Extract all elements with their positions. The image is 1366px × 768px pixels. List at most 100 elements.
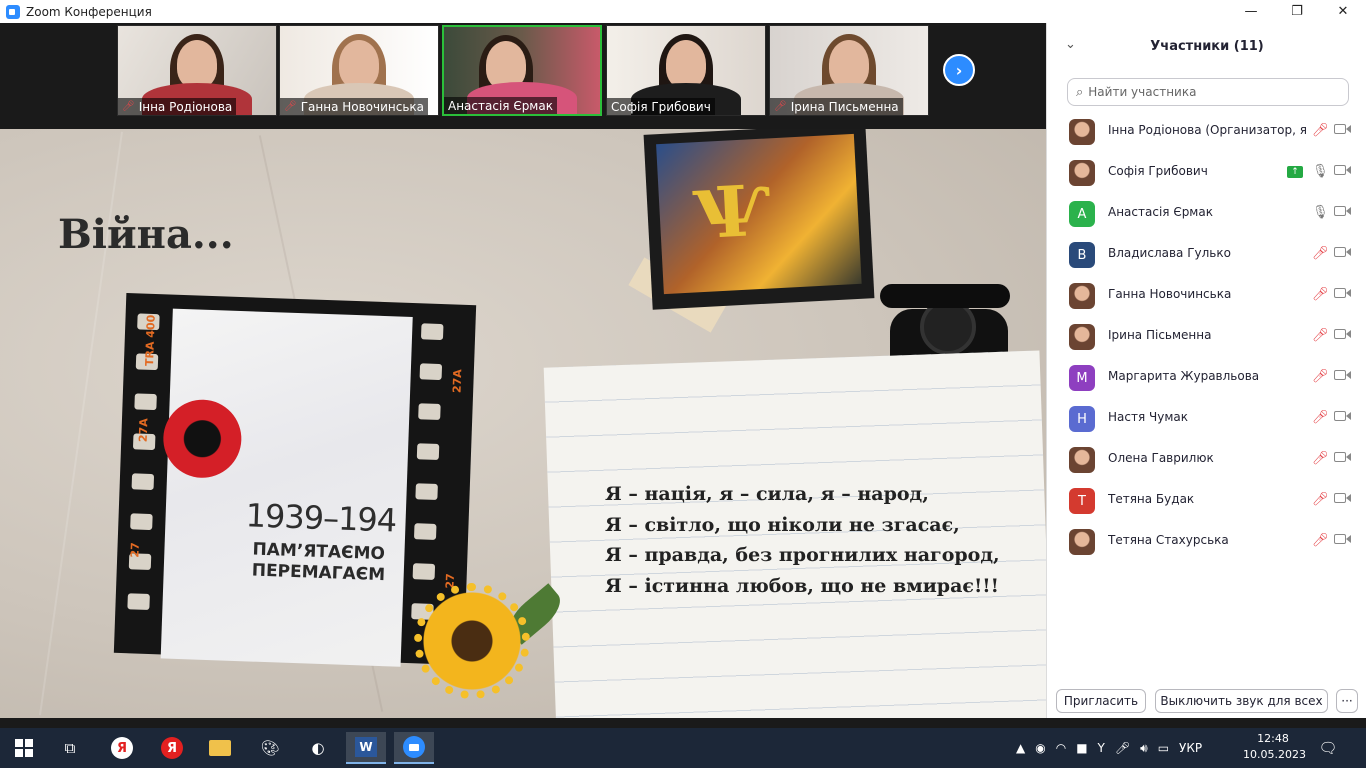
thumbnail-name-bar: 🎤︎ Ганна Новочинська (280, 98, 429, 115)
mic-muted-icon[interactable]: 🎤︎ (1312, 328, 1329, 343)
participant-row[interactable]: Ірина Пісьменна 🎤︎ (1047, 316, 1366, 357)
mic-muted-icon[interactable]: 🎤︎ (1312, 287, 1329, 302)
zoom-app[interactable] (394, 732, 434, 764)
film-hole (416, 443, 440, 461)
paint-app[interactable]: 🎨︎ (250, 732, 290, 764)
participant-row[interactable]: Ганна Новочинська 🎤︎ (1047, 275, 1366, 316)
video-off-icon[interactable] (1334, 532, 1352, 546)
participant-row[interactable]: А Анастасія Єрмак 🎙︎ (1047, 193, 1366, 234)
viber-icon[interactable]: ◉ (1035, 741, 1045, 755)
thumbnail-name: Ірина Письменна (790, 99, 899, 114)
yandex-tray-icon[interactable]: Y (1098, 741, 1105, 755)
participant-row[interactable]: Софія Грибович ↑ 🎙︎ (1047, 152, 1366, 193)
video-off-icon[interactable] (1334, 368, 1352, 382)
zoom-app-icon (6, 4, 20, 19)
poem-line: Я – нація, я – сила, я – народ, (605, 483, 929, 505)
video-off-icon[interactable] (1334, 204, 1352, 218)
microphone-icon[interactable]: 🎙︎ (1312, 164, 1329, 179)
sunflower-image (414, 583, 530, 699)
film-hole (420, 323, 444, 341)
participants-panel: ⌄ Участники (11) ⌕ Інна Родіонова (Орган… (1046, 23, 1366, 718)
thumbnail-name-bar: 🎤︎ Ірина Письменна (770, 98, 903, 115)
microphone-icon[interactable]: 🎤︎ (1115, 741, 1130, 755)
thumbnail-name-bar: 🎤︎ Інна Родіонова (118, 98, 237, 115)
word-app[interactable]: W (346, 732, 386, 764)
mic-muted-icon: 🎤︎ (774, 101, 787, 112)
avatar: В (1069, 242, 1095, 268)
minimize-icon: — (1244, 4, 1258, 19)
volume-icon[interactable]: 🔊︎ (1140, 741, 1148, 756)
task-view-button[interactable]: ⧉ (50, 732, 90, 764)
thumbnail-name: Софія Грибович (611, 99, 711, 114)
avatar: А (1069, 201, 1095, 227)
participant-row[interactable]: Інна Родіонова (Организатор, я) 🎤︎ (1047, 111, 1366, 152)
participant-search[interactable]: ⌕ (1067, 78, 1349, 106)
mic-muted-icon[interactable]: 🎤︎ (1312, 123, 1329, 138)
participant-row[interactable]: М Маргарита Журавльова 🎤︎ (1047, 357, 1366, 398)
video-off-icon[interactable] (1334, 409, 1352, 423)
video-thumbnail[interactable]: 🎤︎ Інна Родіонова (117, 25, 277, 116)
file-explorer-app[interactable] (200, 732, 240, 764)
participant-row[interactable]: Олена Гаврилюк 🎤︎ (1047, 439, 1366, 480)
participant-face (177, 40, 217, 88)
video-thumbnail-active-speaker[interactable]: Анастасія Єрмак (442, 25, 602, 116)
panel-footer: Пригласить Выключить звук для всех ··· (1047, 689, 1366, 715)
video-thumbnail[interactable]: 🎤︎ Ірина Письменна (769, 25, 929, 116)
more-options-button[interactable]: ··· (1336, 689, 1358, 713)
video-off-icon[interactable] (1334, 286, 1352, 300)
film-label: TRA 400 (142, 314, 158, 367)
video-off-icon[interactable] (1334, 491, 1352, 505)
close-button[interactable]: ✕ (1320, 0, 1366, 23)
zoom-tray-icon[interactable]: ■ (1076, 741, 1087, 755)
notifications-button[interactable]: 🗨︎ (1308, 732, 1348, 764)
video-area: 🎤︎ Інна Родіонова 🎤︎ Ганна Новочинська А… (0, 23, 1046, 718)
avatar (1069, 324, 1095, 350)
mic-muted-icon[interactable]: 🎤︎ (1312, 492, 1329, 507)
paint3d-app[interactable]: ◐ (298, 732, 338, 764)
minimize-button[interactable]: — (1228, 0, 1274, 23)
mic-muted-icon[interactable]: 🎤︎ (1312, 410, 1329, 425)
video-thumbnail[interactable]: 🎤︎ Ганна Новочинська (279, 25, 439, 116)
tray-app-icon[interactable]: ▲ (1016, 741, 1025, 755)
microphone-icon[interactable]: 🎙︎ (1312, 205, 1329, 220)
mic-muted-icon[interactable]: 🎤︎ (1312, 451, 1329, 466)
video-thumbnail[interactable]: Софія Грибович (606, 25, 766, 116)
yandex-browser-icon: Я (111, 737, 133, 759)
yandex-app[interactable]: Я (102, 732, 142, 764)
video-off-icon[interactable] (1334, 245, 1352, 259)
mic-muted-icon[interactable]: 🎤︎ (1312, 246, 1329, 261)
film-hole (134, 393, 157, 411)
next-page-button[interactable]: › (943, 54, 975, 86)
mute-all-button[interactable]: Выключить звук для всех (1155, 689, 1328, 713)
search-input[interactable] (1088, 85, 1329, 99)
clock[interactable]: 12:48 10.05.2023 (1243, 731, 1306, 763)
chevron-down-icon[interactable]: ⌄ (1065, 37, 1076, 52)
video-off-icon[interactable] (1334, 163, 1352, 177)
maximize-button[interactable]: ❐ (1274, 0, 1320, 23)
clock-time: 12:48 (1257, 732, 1289, 745)
mic-muted-icon[interactable]: 🎤︎ (1312, 369, 1329, 384)
invite-button[interactable]: Пригласить (1056, 689, 1146, 713)
screen-share-icon: ↑ (1287, 166, 1303, 178)
participant-name: Ганна Новочинська (1108, 287, 1232, 301)
video-off-icon[interactable] (1334, 450, 1352, 464)
participant-row[interactable]: Н Настя Чумак 🎤︎ (1047, 398, 1366, 439)
thumbnail-name: Анастасія Єрмак (448, 98, 553, 113)
avatar (1069, 283, 1095, 309)
participant-row[interactable]: Тетяна Стахурська 🎤︎ (1047, 521, 1366, 562)
video-off-icon[interactable] (1334, 327, 1352, 341)
system-tray: ▲ ◉ ◠ ■ Y 🎤︎ 🔊︎ ▭ УКР (1016, 728, 1202, 768)
participant-name: Олена Гаврилюк (1108, 451, 1214, 465)
start-button[interactable] (4, 732, 44, 764)
mic-muted-icon[interactable]: 🎤︎ (1312, 533, 1329, 548)
language-indicator[interactable]: УКР (1179, 741, 1202, 755)
wifi-icon[interactable]: ◠ (1056, 741, 1066, 755)
participant-face (339, 40, 379, 88)
notification-icon: 🗨︎ (1318, 739, 1338, 757)
yandex-app[interactable]: Я (152, 732, 192, 764)
participant-row[interactable]: Т Тетяна Будак 🎤︎ (1047, 480, 1366, 521)
video-off-icon[interactable] (1334, 122, 1352, 136)
thumbnail-name: Ганна Новочинська (300, 99, 425, 114)
battery-icon[interactable]: ▭ (1158, 741, 1169, 755)
participant-row[interactable]: В Владислава Гулько 🎤︎ (1047, 234, 1366, 275)
